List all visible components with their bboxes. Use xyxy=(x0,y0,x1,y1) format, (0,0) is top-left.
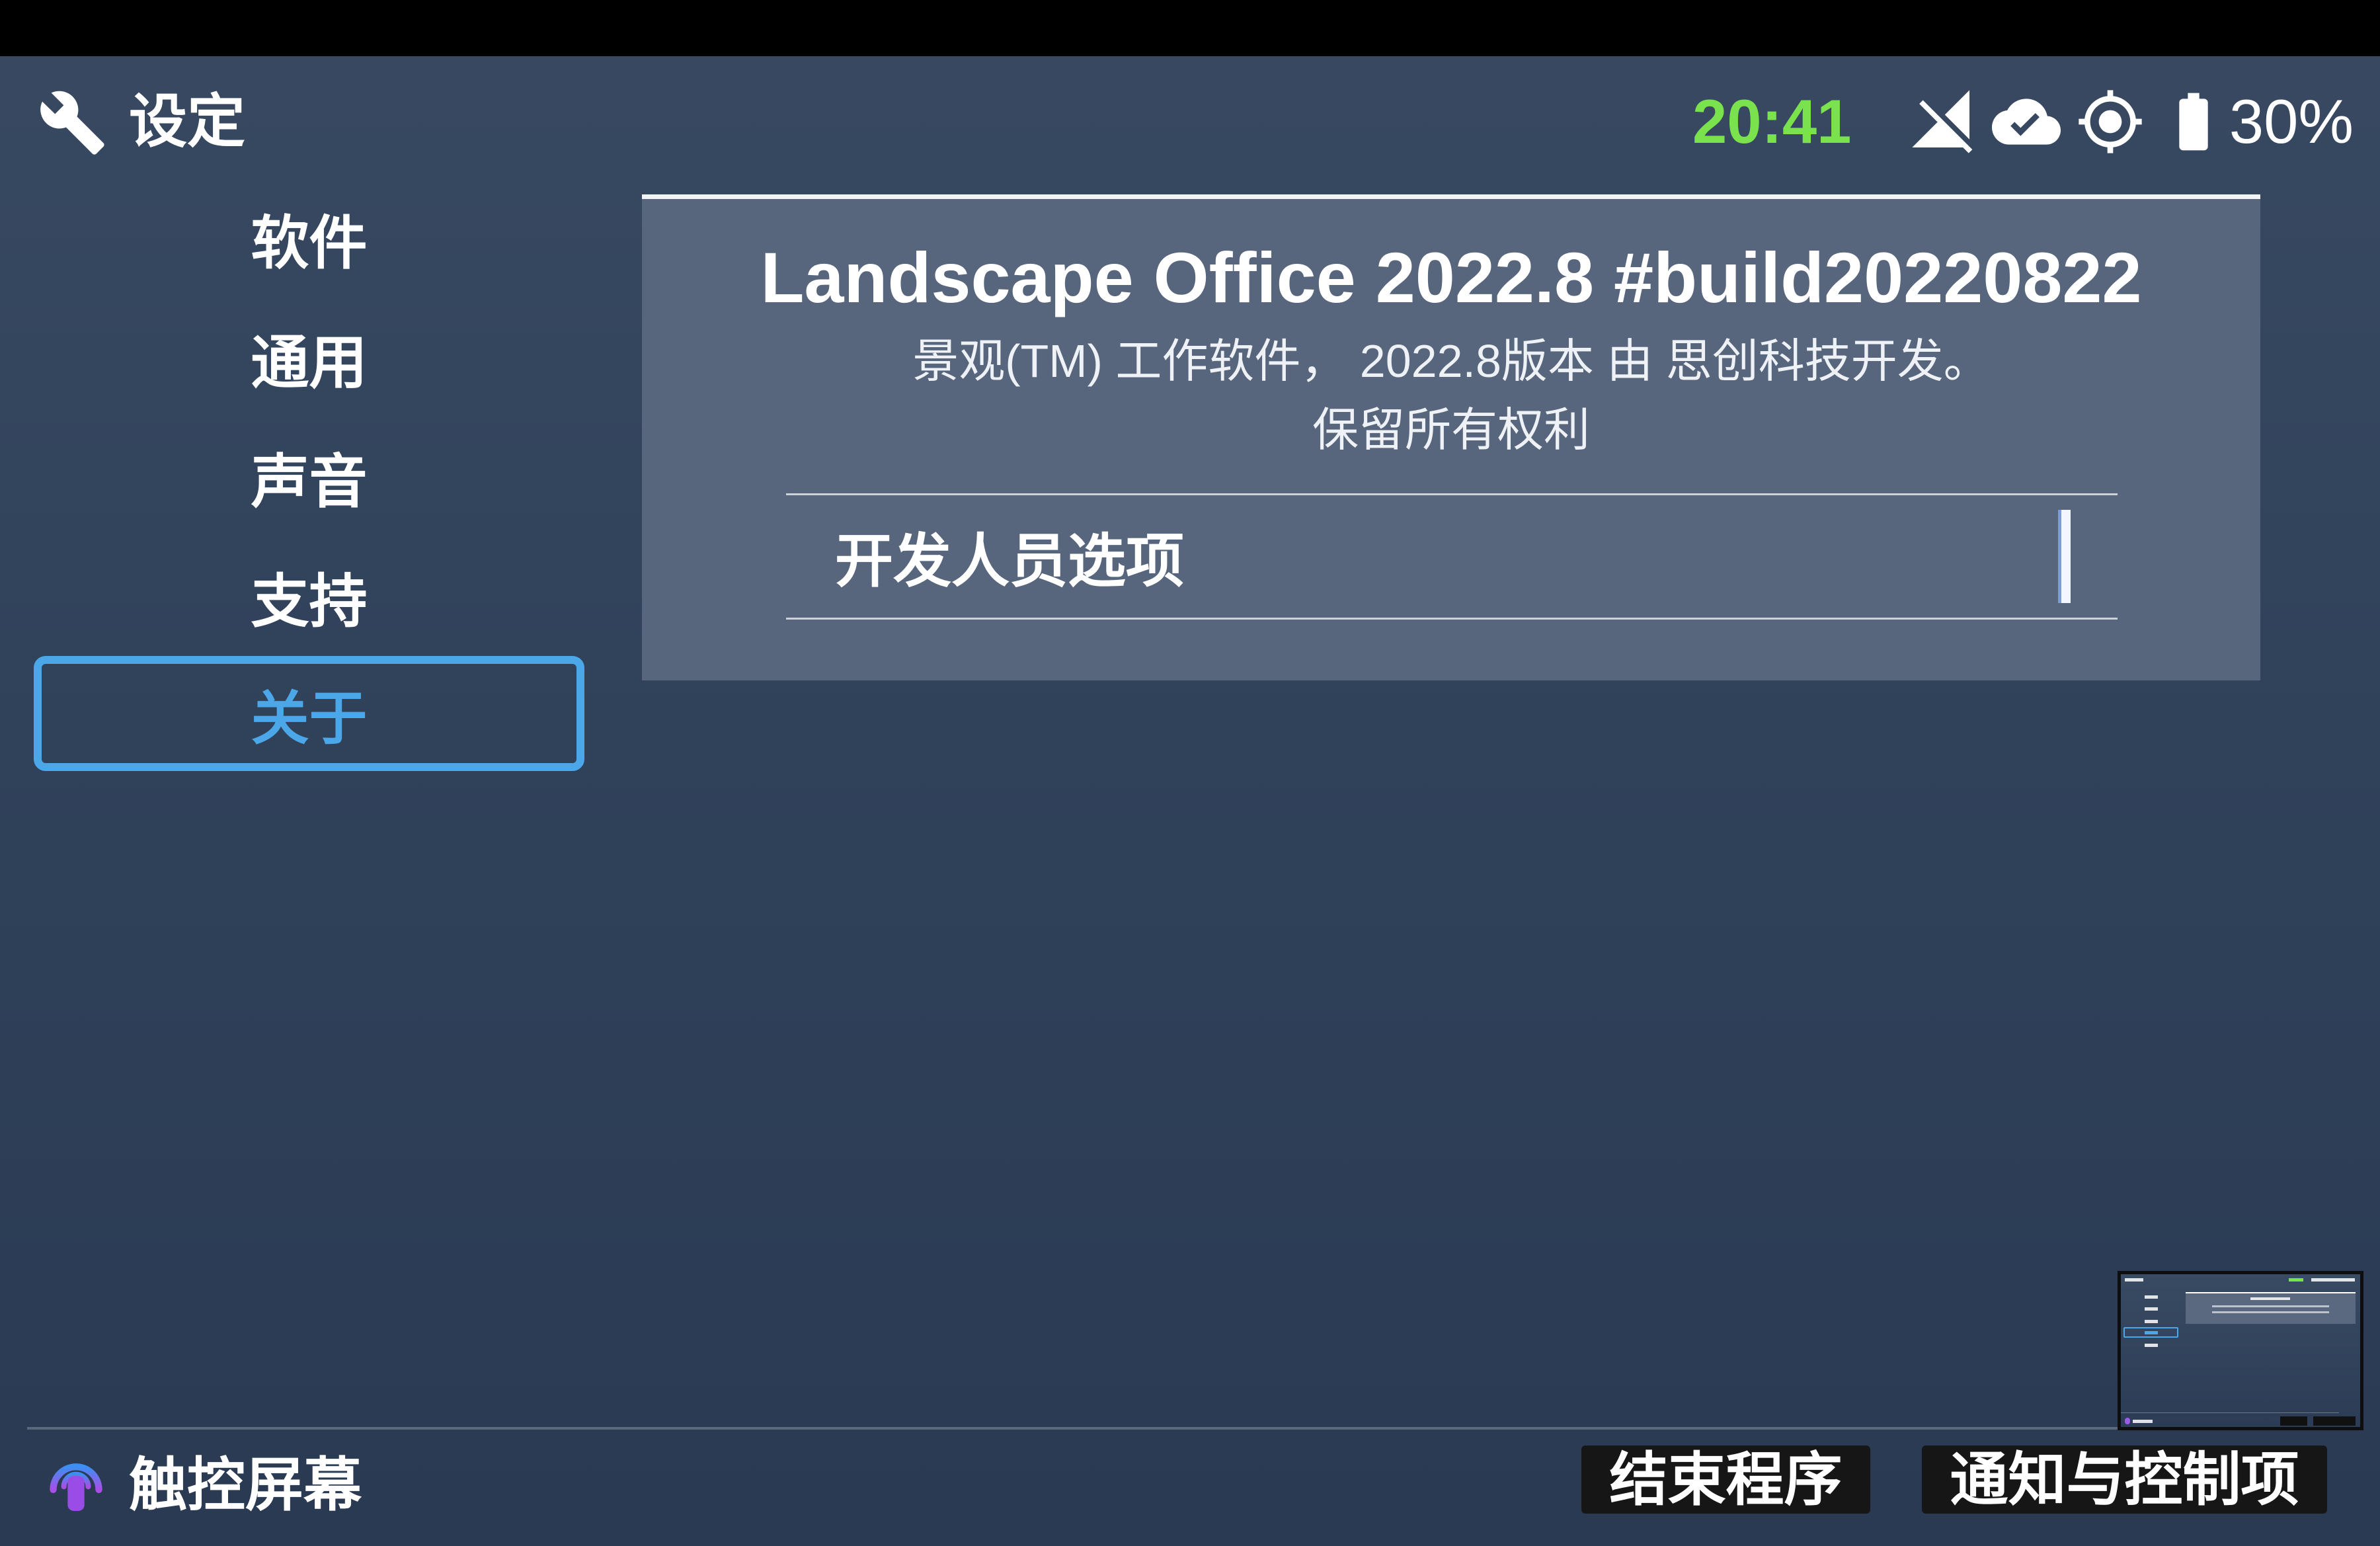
app-title: Landscape Office 2022.8 #build20220822 xyxy=(760,237,2142,317)
thumb-touch-bar xyxy=(2133,1420,2153,1423)
about-panel: Landscape Office 2022.8 #build20220822 景… xyxy=(642,194,2260,680)
thumb-status-bar xyxy=(2311,1278,2355,1282)
touch-screen-label: 触控屏幕 xyxy=(129,1452,362,1518)
gps-fixed-icon xyxy=(2076,87,2145,156)
top-black-bar xyxy=(0,0,2380,56)
developer-options-label: 开发人员选项 xyxy=(835,528,1185,594)
thumb-touch-dot xyxy=(2125,1418,2130,1424)
status-time: 20:41 xyxy=(1692,87,1852,156)
thumb-title-bar xyxy=(2125,1278,2143,1282)
bottom-divider xyxy=(27,1427,2118,1430)
wrench-icon xyxy=(38,88,107,157)
sidebar-item-support[interactable]: 支持 xyxy=(34,539,584,654)
sidebar-item-software[interactable]: 软件 xyxy=(34,181,584,296)
end-program-button[interactable]: 结束程序 xyxy=(1581,1445,1870,1514)
signal-off-icon xyxy=(1909,87,1978,156)
thumb-panel xyxy=(2186,1292,2356,1324)
thumb-sidebar-item xyxy=(2145,1331,2158,1334)
thumb-time-bar xyxy=(2289,1278,2303,1282)
thumb-button xyxy=(2280,1416,2307,1426)
developer-options-toggle[interactable] xyxy=(2058,510,2071,603)
thumb-button xyxy=(2313,1416,2356,1426)
cloud-done-icon xyxy=(1987,87,2065,156)
screen-preview-thumbnail[interactable] xyxy=(2118,1271,2363,1430)
copyright-notice: 保留所有权利 xyxy=(1312,404,1590,456)
thumb-sidebar-item xyxy=(2145,1307,2158,1311)
battery-full-icon xyxy=(2159,87,2228,156)
notifications-controls-button[interactable]: 通知与控制项 xyxy=(1922,1445,2327,1514)
developer-options-row[interactable]: 开发人员选项 xyxy=(786,493,2118,620)
touch-screen-toggle[interactable]: 触控屏幕 xyxy=(40,1445,410,1518)
thumb-panel-line xyxy=(2212,1311,2329,1313)
app-description: 景观(TM) 工作软件， 2022.8版本 由 思创科技开发。 xyxy=(912,335,1990,387)
page-title: 设定 xyxy=(129,89,246,154)
touch-icon xyxy=(46,1448,106,1513)
sidebar-item-general[interactable]: 通用 xyxy=(34,300,584,415)
thumb-panel-line xyxy=(2212,1305,2329,1307)
thumb-sidebar-item xyxy=(2145,1320,2158,1323)
sidebar-item-sound[interactable]: 声音 xyxy=(34,419,584,534)
sidebar-item-about[interactable]: 关于 xyxy=(34,656,584,771)
thumb-bottom-line xyxy=(2121,1412,2339,1413)
thumb-sidebar-item xyxy=(2145,1295,2158,1299)
thumb-sidebar-item xyxy=(2145,1344,2158,1347)
battery-percent: 30% xyxy=(2229,87,2354,156)
thumb-panel-title xyxy=(2250,1297,2290,1300)
